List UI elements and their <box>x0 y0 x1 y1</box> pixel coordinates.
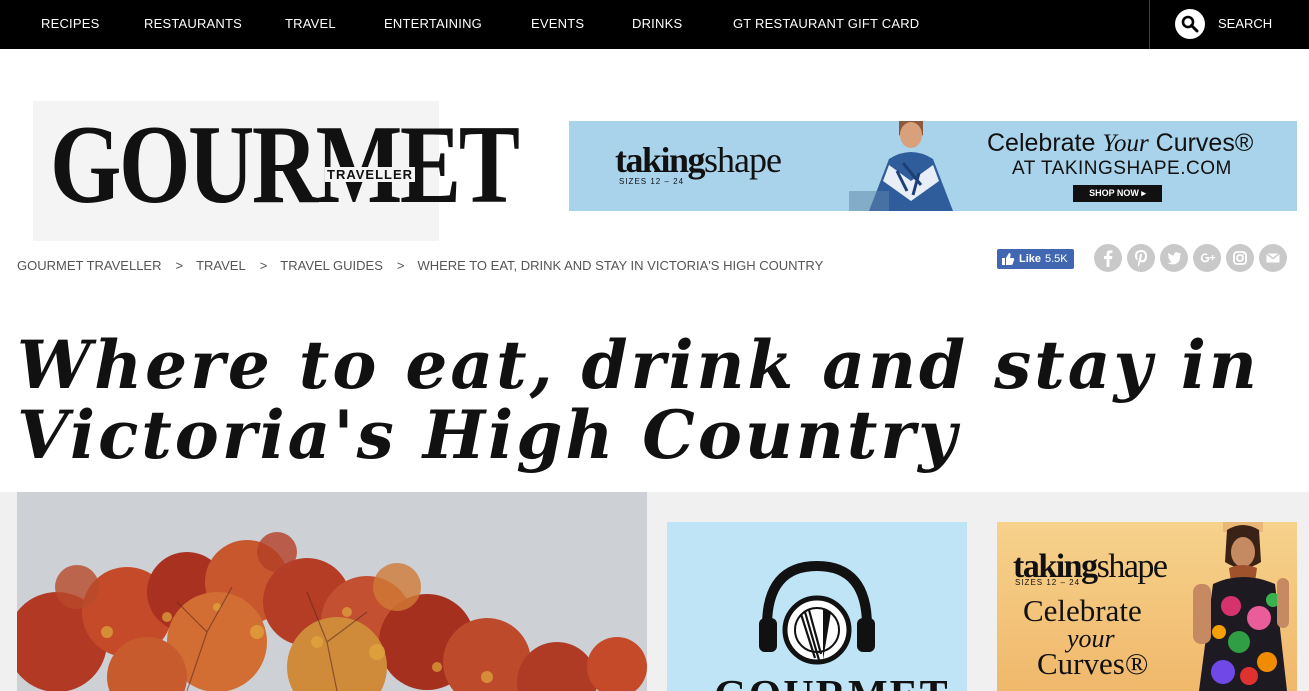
banner-advertisement[interactable]: takingshape SIZES 12 – 24 Celebrate Your… <box>569 121 1297 211</box>
side-ad-line-3: Curves® <box>1037 646 1149 681</box>
ad-tagline-pre: Celebrate <box>987 129 1103 157</box>
nav-item-events[interactable]: EVENTS <box>531 0 584 49</box>
side-ad-sizes: SIZES 12 – 24 <box>1015 578 1081 587</box>
headphones-plate-icon <box>759 560 875 665</box>
nav-item-travel[interactable]: TRAVEL <box>285 0 336 49</box>
logo-wordmark: GOURMET <box>50 103 520 227</box>
side-ad-model-image <box>1193 522 1289 691</box>
site-logo[interactable]: GOURMET TRAVELLER <box>33 101 520 241</box>
ad-sizes: SIZES 12 – 24 <box>619 177 685 186</box>
google-plus-icon[interactable] <box>1193 244 1221 272</box>
breadcrumb-item-travel[interactable]: TRAVEL <box>196 258 246 273</box>
breadcrumb-current: WHERE TO EAT, DRINK AND STAY IN VICTORIA… <box>417 258 824 273</box>
nav-divider <box>1149 0 1150 49</box>
nav-item-restaurants[interactable]: RESTAURANTS <box>144 0 242 49</box>
side-ad-line-1: Celebrate <box>1023 593 1142 628</box>
facebook-like-button[interactable]: Like 5.5K <box>997 249 1074 269</box>
ad-shop-now-button[interactable]: SHOP NOW ▸ <box>1073 185 1162 202</box>
ad-brand-light: shape <box>704 140 782 180</box>
hero-image <box>17 492 647 691</box>
ad-model-image <box>849 121 969 211</box>
like-label: Like <box>1019 253 1042 265</box>
breadcrumb-separator: > <box>175 258 184 273</box>
top-navigation: RECIPES RESTAURANTS TRAVEL ENTERTAINING … <box>0 0 1309 49</box>
thumbs-up-icon <box>1002 253 1015 265</box>
instagram-icon[interactable] <box>1226 244 1254 272</box>
email-icon[interactable] <box>1259 244 1287 272</box>
search-button[interactable]: SEARCH <box>1218 0 1272 49</box>
like-count: 5.5K <box>1045 253 1068 265</box>
podcast-promo[interactable]: GOURMET <box>667 522 967 691</box>
breadcrumb: GOURMET TRAVELLER > TRAVEL > TRAVEL GUIDES > W… <box>17 258 823 273</box>
breadcrumb-separator: > <box>259 258 268 273</box>
podcast-wordmark: GOURMET <box>714 672 950 691</box>
ad-site: AT TAKINGSHAPE.COM <box>1012 158 1232 179</box>
pinterest-icon[interactable] <box>1127 244 1155 272</box>
ad-tagline-post: Curves® <box>1148 129 1254 157</box>
twitter-icon[interactable] <box>1160 244 1188 272</box>
nav-item-entertaining[interactable]: ENTERTAINING <box>384 0 482 49</box>
ad-tagline: Celebrate Your Curves® <box>987 129 1253 158</box>
ad-brand-bold: taking <box>615 140 706 180</box>
nav-item-gift-card[interactable]: GT RESTAURANT GIFT CARD <box>733 0 919 49</box>
article-title: Where to eat, drink and stay in Victoria… <box>17 326 1260 474</box>
breadcrumb-item-travel-guides[interactable]: TRAVEL GUIDES <box>280 258 383 273</box>
facebook-icon[interactable] <box>1094 244 1122 272</box>
side-ad-brand-light: shape <box>1096 548 1168 585</box>
breadcrumb-separator: > <box>396 258 405 273</box>
side-advertisement[interactable]: takingshape SIZES 12 – 24 Celebrate your… <box>997 522 1297 691</box>
ad-brand: takingshape <box>615 139 782 181</box>
search-icon[interactable] <box>1175 9 1205 39</box>
nav-item-recipes[interactable]: RECIPES <box>41 0 99 49</box>
nav-item-drinks[interactable]: DRINKS <box>632 0 682 49</box>
logo-subtitle: TRAVELLER <box>325 167 416 182</box>
ad-tagline-italic: Your <box>1102 130 1149 157</box>
breadcrumb-item-gourmet-traveller[interactable]: GOURMET TRAVELLER <box>17 258 161 273</box>
